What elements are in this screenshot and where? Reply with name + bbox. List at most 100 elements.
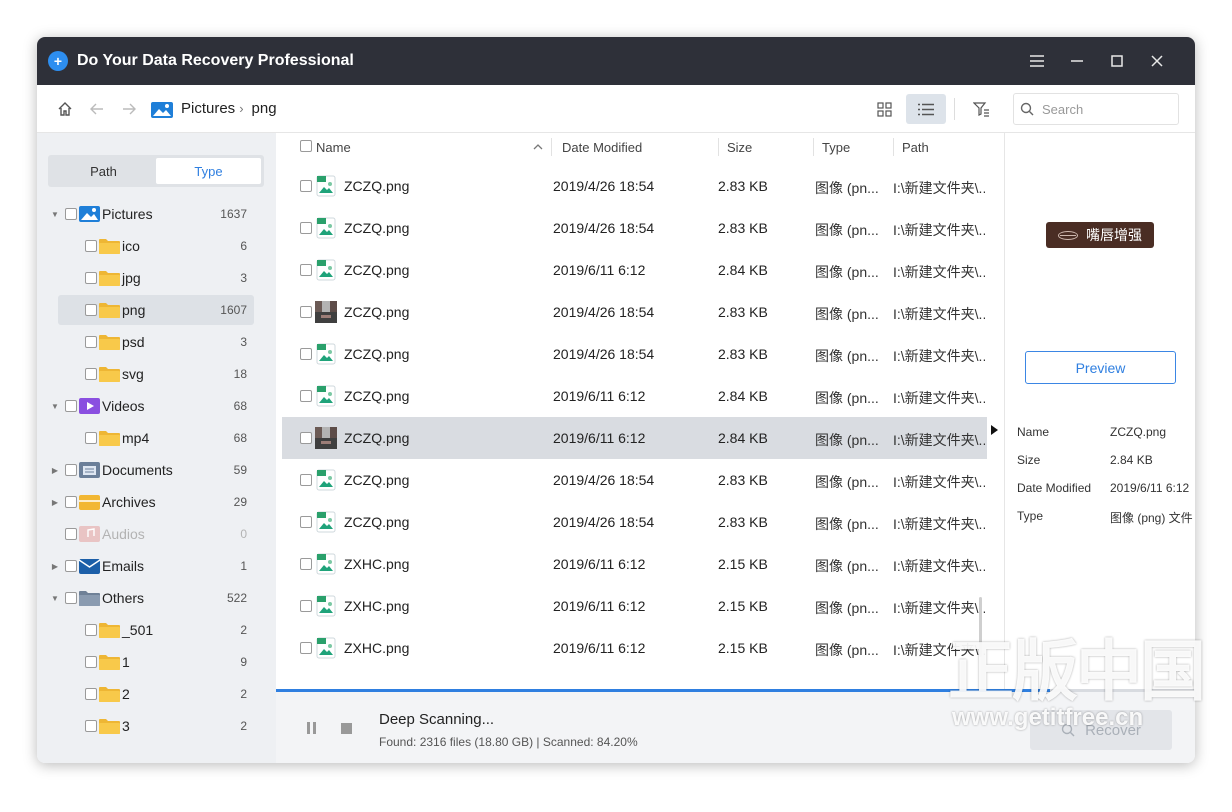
preview-button[interactable]: Preview [1025, 351, 1176, 384]
menu-button[interactable] [1017, 37, 1057, 85]
recover-button[interactable]: Recover [1030, 710, 1172, 750]
tree-item-videos[interactable]: ▼ Videos 68 [37, 391, 276, 421]
maximize-button[interactable] [1097, 37, 1137, 85]
tree-item-png[interactable]: png 1607 [37, 295, 276, 325]
table-row[interactable]: ZCZQ.png 2019/4/26 18:54 2.83 KB 图像 (pn... I… [282, 333, 987, 375]
table-row[interactable]: ZCZQ.png 2019/4/26 18:54 2.83 KB 图像 (pn... I… [282, 207, 987, 249]
tree-checkbox[interactable] [85, 624, 97, 636]
column-divider[interactable] [813, 138, 814, 156]
table-row[interactable]: ZCZQ.png 2019/4/26 18:54 2.83 KB 图像 (pn... I… [282, 165, 987, 207]
column-divider[interactable] [718, 138, 719, 156]
tree-item-archives[interactable]: ▶ Archives 29 [37, 487, 276, 517]
list-view-button[interactable] [906, 94, 946, 124]
tree-item-501[interactable]: _501 2 [37, 615, 276, 645]
stop-button[interactable] [341, 723, 352, 734]
search-input[interactable] [1042, 101, 1162, 117]
row-checkbox[interactable] [300, 390, 312, 402]
chevron-down-icon[interactable]: ▼ [50, 594, 60, 603]
chevron-down-icon[interactable]: ▼ [50, 210, 60, 219]
back-button[interactable] [81, 93, 113, 125]
tree-item-psd[interactable]: psd 3 [37, 327, 276, 357]
home-button[interactable] [49, 93, 81, 125]
tree-item-2[interactable]: 22 [37, 679, 276, 709]
row-checkbox[interactable] [300, 516, 312, 528]
tree-checkbox[interactable] [85, 304, 97, 316]
tree-checkbox[interactable] [85, 720, 97, 732]
tree-checkbox[interactable] [65, 528, 77, 540]
chevron-down-icon[interactable]: ▼ [50, 402, 60, 411]
tree-item-pictures[interactable]: ▼ Pictures 1637 [37, 199, 276, 229]
table-row[interactable]: ZCZQ.png 2019/6/11 6:12 2.84 KB 图像 (pn... I:… [282, 375, 987, 417]
tree-item-others[interactable]: ▼ Others 522 [37, 583, 276, 613]
tree-checkbox[interactable] [65, 400, 77, 412]
sort-ascending-icon[interactable] [533, 144, 543, 150]
table-row[interactable]: ZXHC.png 2019/6/11 6:12 2.15 KB 图像 (pn... I:… [282, 585, 987, 627]
breadcrumb-pictures[interactable]: Pictures [181, 100, 235, 117]
tree-item-mp4[interactable]: mp4 68 [37, 423, 276, 453]
tree-item-count: 3 [240, 335, 247, 349]
table-row[interactable]: ZXHC.png 2019/6/11 6:12 2.15 KB 图像 (pn... I:… [282, 543, 987, 585]
row-checkbox[interactable] [300, 600, 312, 612]
tree-checkbox[interactable] [65, 592, 77, 604]
folder-icon [99, 301, 120, 318]
row-checkbox[interactable] [300, 264, 312, 276]
table-row[interactable]: ZCZQ.png 2019/4/26 18:54 2.83 KB 图像 (pn... I… [282, 291, 987, 333]
tree-checkbox[interactable] [85, 240, 97, 252]
table-row[interactable]: ZCZQ.png 2019/4/26 18:54 2.83 KB 图像 (pn... I… [282, 459, 987, 501]
table-row[interactable]: ZCZQ.png 2019/6/11 6:12 2.84 KB 图像 (pn... I:… [282, 249, 987, 291]
tree-checkbox[interactable] [65, 208, 77, 220]
chevron-right-icon[interactable]: ▶ [50, 466, 60, 475]
tree-checkbox[interactable] [85, 688, 97, 700]
row-checkbox[interactable] [300, 642, 312, 654]
tree-checkbox[interactable] [85, 432, 97, 444]
breadcrumb-png[interactable]: png [252, 100, 277, 117]
column-divider[interactable] [893, 138, 894, 156]
column-date-modified[interactable]: Date Modified [562, 140, 642, 155]
tree-item-documents[interactable]: ▶ Documents 59 [37, 455, 276, 485]
column-divider[interactable] [551, 138, 552, 156]
row-checkbox[interactable] [300, 222, 312, 234]
tree-checkbox[interactable] [85, 336, 97, 348]
tree-checkbox[interactable] [85, 656, 97, 668]
tab-type[interactable]: Type [156, 158, 261, 184]
forward-button[interactable] [113, 93, 145, 125]
pause-button[interactable] [306, 722, 318, 734]
tree-checkbox[interactable] [85, 272, 97, 284]
filter-button[interactable] [961, 94, 1001, 124]
tree-item-emails[interactable]: ▶ Emails 1 [37, 551, 276, 581]
tree-item-svg[interactable]: svg 18 [37, 359, 276, 389]
row-checkbox[interactable] [300, 348, 312, 360]
tree-checkbox[interactable] [65, 464, 77, 476]
tree-item-3[interactable]: 32 [37, 711, 276, 741]
chevron-right-icon[interactable]: ▶ [50, 498, 60, 507]
search-box[interactable] [1013, 93, 1179, 125]
column-path[interactable]: Path [902, 140, 929, 155]
table-row[interactable]: ZCZQ.png 2019/4/26 18:54 2.83 KB 图像 (pn... I… [282, 501, 987, 543]
tree-item-ico[interactable]: ico 6 [37, 231, 276, 261]
close-button[interactable] [1137, 37, 1177, 85]
row-checkbox[interactable] [300, 432, 312, 444]
column-size[interactable]: Size [727, 140, 752, 155]
tree-item-jpg[interactable]: jpg 3 [37, 263, 276, 293]
row-checkbox[interactable] [300, 558, 312, 570]
tree-checkbox[interactable] [65, 560, 77, 572]
table-row[interactable]: ZCZQ.png 2019/6/11 6:12 2.84 KB 图像 (pn... I:… [282, 417, 987, 459]
row-checkbox[interactable] [300, 180, 312, 192]
chevron-right-icon[interactable]: ▶ [50, 562, 60, 571]
table-row[interactable]: ZXHC.png 2019/6/11 6:12 2.15 KB 图像 (pn... I:… [282, 627, 987, 669]
tab-path[interactable]: Path [51, 158, 156, 184]
column-name[interactable]: Name [316, 140, 351, 155]
row-checkbox[interactable] [300, 306, 312, 318]
thumbnail-text: 嘴唇增强 [1086, 227, 1142, 243]
tree-item-1[interactable]: 19 [37, 647, 276, 677]
grid-view-button[interactable] [864, 94, 904, 124]
column-type[interactable]: Type [822, 140, 850, 155]
minimize-button[interactable] [1057, 37, 1097, 85]
file-path: I:\新建文件夹\... [893, 642, 985, 658]
tree-item-audios[interactable]: Audios 0 [37, 519, 276, 549]
select-all-checkbox[interactable] [300, 140, 312, 152]
row-checkbox[interactable] [300, 474, 312, 486]
tree-checkbox[interactable] [65, 496, 77, 508]
list-scrollbar[interactable] [979, 597, 982, 657]
tree-checkbox[interactable] [85, 368, 97, 380]
